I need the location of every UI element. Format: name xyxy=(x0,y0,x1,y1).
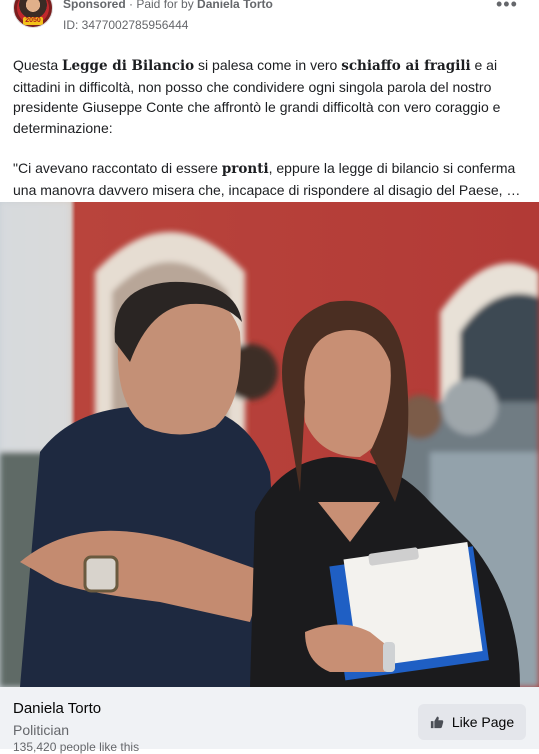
sponsored-label[interactable]: Sponsored xyxy=(63,0,126,11)
post-paragraph-2: "Ci avevano raccontato di essere pronti,… xyxy=(13,158,528,200)
post-paragraph-1: Questa Legge di Bilancio si palesa come … xyxy=(13,55,528,138)
like-page-button[interactable]: Like Page xyxy=(418,704,526,740)
page-name[interactable]: Daniela Torto xyxy=(13,700,101,717)
text-span: "Ci avevano raccontato di essere xyxy=(13,160,222,176)
page-avatar[interactable]: 2050 xyxy=(13,0,53,28)
page-footer: Daniela Torto Politician 135,420 people … xyxy=(0,687,539,754)
truncated-line[interactable]: una manovra davvero misera che, incapace… xyxy=(13,180,525,201)
ad-id: ID: 3477002785956444 xyxy=(63,18,189,32)
thumbs-up-icon xyxy=(430,716,444,729)
avatar-badge: 2050 xyxy=(23,17,43,25)
bold-span: pronti xyxy=(221,161,269,177)
text-span: Questa xyxy=(13,57,63,73)
bold-span: Legge di Bilancio xyxy=(62,58,195,74)
sponsored-line: Sponsored · Paid for by Daniela Torto xyxy=(63,0,273,11)
page-category: Politician xyxy=(13,722,70,738)
page-likes-count: 135,420 people like this xyxy=(13,740,140,754)
ad-photo[interactable] xyxy=(0,202,539,687)
bold-span: schiaffo ai fragili xyxy=(341,58,471,74)
photo-illustration xyxy=(0,202,539,687)
more-horizontal-icon[interactable]: ••• xyxy=(496,0,518,15)
text-span: , eppure la legge di bilancio si conferm… xyxy=(268,160,516,176)
payer-name: Daniela Torto xyxy=(197,0,273,11)
like-page-label: Like Page xyxy=(451,714,515,730)
paid-for-text: · Paid for by xyxy=(125,0,198,11)
text-span: si palesa come in vero xyxy=(194,57,342,73)
ad-header: 2050 Sponsored · Paid for by Daniela Tor… xyxy=(0,0,539,40)
post-text: Questa Legge di Bilancio si palesa come … xyxy=(13,55,528,200)
